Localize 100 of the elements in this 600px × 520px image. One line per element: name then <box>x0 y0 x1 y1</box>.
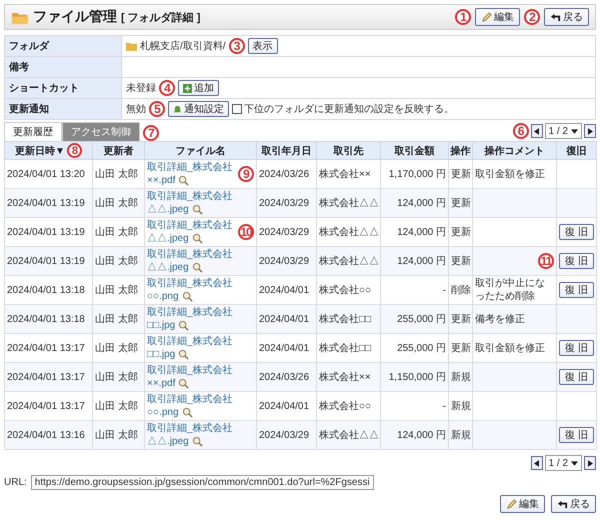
table-cell: 2024/04/01 <box>259 342 310 354</box>
table-cell: 株式会社△△ <box>319 256 379 266</box>
table-cell: 株式会社○○ <box>319 284 372 296</box>
column-header: 操作コメント <box>484 144 544 158</box>
table-cell: 株式会社○○ <box>319 400 372 412</box>
magnifier-icon[interactable] <box>192 204 203 215</box>
table-cell: 更新 <box>451 256 471 266</box>
page-subtitle: [ フォルダ詳細 ] <box>121 10 200 24</box>
edit-button[interactable]: 編集 <box>500 495 545 513</box>
magnifier-icon[interactable] <box>192 232 203 244</box>
field-value: 未登録 <box>126 82 156 95</box>
column-header: 取引年月日 <box>262 144 312 158</box>
pencil-icon <box>481 12 492 22</box>
column-header: 更新者 <box>104 144 134 158</box>
field-value: 札幌支店/取引資料/ <box>140 40 226 53</box>
dropdown-arrow-icon <box>571 460 578 466</box>
callout-number: 7 <box>143 125 159 141</box>
column-header: ファイル名 <box>176 144 226 158</box>
magnifier-icon[interactable] <box>178 378 190 389</box>
tab[interactable]: アクセス制御 <box>62 122 140 141</box>
magnifier-icon[interactable] <box>178 320 190 331</box>
callout-number: 8 <box>66 143 82 158</box>
restore-button[interactable]: 復 旧 <box>559 282 594 298</box>
field-label: 更新通知 <box>4 98 122 120</box>
table-cell: 124,000 円 <box>397 430 446 440</box>
folder-icon <box>126 42 137 50</box>
back-arrow-icon <box>550 12 561 22</box>
table-cell: 株式会社△△ <box>319 198 379 208</box>
page-title: ファイル管理 <box>33 8 117 26</box>
callout-number: 6 <box>512 123 529 139</box>
url-field[interactable]: https://demo.groupsession.jp/gsession/common/cmn001.do?url=%2Fgsessi <box>30 475 374 490</box>
table-cell: 更新 <box>451 342 471 354</box>
table-cell: 2024/04/01 13:17 <box>7 400 85 412</box>
edit-button[interactable]: 編集 <box>475 8 520 26</box>
checkbox[interactable] <box>232 104 242 114</box>
table-cell: 山田 太郎 <box>95 430 138 440</box>
table-cell: 新規 <box>451 400 471 412</box>
table-cell: 取引が中止になったため削除 <box>475 278 545 302</box>
table-cell: 255,000 円 <box>397 314 446 324</box>
left-triangle-icon <box>534 128 540 134</box>
page-select[interactable]: 1 / 2 <box>544 455 582 471</box>
pencil-icon <box>506 498 517 510</box>
table-cell: 新規 <box>451 430 471 440</box>
add-button[interactable]: 追加 <box>178 80 219 96</box>
right-triangle-icon <box>588 128 592 134</box>
magnifier-icon[interactable] <box>182 406 193 418</box>
table-cell: 取引金額を修正 <box>475 168 545 180</box>
table-cell: 更新 <box>451 226 471 238</box>
table-cell: 備考を修正 <box>475 314 525 324</box>
restore-button[interactable]: 復 旧 <box>559 369 594 385</box>
column-header[interactable]: 更新日時▼ <box>15 144 65 158</box>
restore-button[interactable]: 復 旧 <box>559 340 594 356</box>
table-cell: 山田 太郎 <box>95 400 138 412</box>
page-select[interactable]: 1 / 2 <box>544 123 582 139</box>
back-arrow-icon <box>557 498 568 510</box>
previous-page-button[interactable] <box>530 456 543 470</box>
left-triangle-icon <box>534 460 540 466</box>
bell-icon <box>173 104 182 114</box>
next-page-button[interactable] <box>584 124 596 138</box>
field-label: 備考 <box>4 56 122 78</box>
restore-button[interactable]: 復 旧 <box>559 224 594 240</box>
table-cell: 2024/03/29 <box>259 226 310 238</box>
table-cell: 124,000 円 <box>397 256 446 266</box>
field-label: ショートカット <box>4 78 122 98</box>
back-button[interactable]: 戻る <box>551 495 596 513</box>
restore-button[interactable]: 復 旧 <box>559 427 594 443</box>
back-button[interactable]: 戻る <box>544 8 589 26</box>
magnifier-icon[interactable] <box>192 436 203 447</box>
url-label: URL: <box>4 477 27 488</box>
magnifier-icon[interactable] <box>192 262 203 273</box>
table-cell: - <box>442 400 446 412</box>
magnifier-icon[interactable] <box>182 290 193 302</box>
table-cell: 2024/04/01 <box>259 284 310 296</box>
table-cell: - <box>442 284 446 296</box>
show-button[interactable]: 表示 <box>248 38 278 54</box>
magnifier-icon[interactable] <box>178 174 190 186</box>
field-value: 無効 <box>126 102 146 116</box>
field-label: フォルダ <box>4 36 122 56</box>
checkbox-label: 下位のフォルダに更新通知の設定を反映する。 <box>244 102 454 116</box>
table-cell: 山田 太郎 <box>95 168 138 180</box>
table-cell: 2024/04/01 13:16 <box>7 430 85 440</box>
table-cell: 山田 太郎 <box>95 284 138 296</box>
table-cell: 山田 太郎 <box>95 372 138 382</box>
restore-button[interactable]: 復 旧 <box>559 253 594 269</box>
callout-number: 2 <box>524 9 540 25</box>
tab[interactable]: 更新履歴 <box>4 122 62 141</box>
column-header: 取引先 <box>334 144 364 158</box>
notify-settings-button[interactable]: 通知設定 <box>168 101 229 117</box>
table-cell: 1,170,000 円 <box>388 168 446 180</box>
magnifier-icon[interactable] <box>178 348 190 360</box>
table-cell: 新規 <box>451 372 471 382</box>
table-cell: 山田 太郎 <box>95 342 138 354</box>
table-cell: 2024/04/01 <box>259 400 310 412</box>
right-triangle-icon <box>588 460 592 466</box>
file-link[interactable]: 取引詳細_株式会社△△.jpeg <box>147 219 236 245</box>
callout-number: 9 <box>238 166 254 182</box>
next-page-button[interactable] <box>584 456 596 470</box>
previous-page-button[interactable] <box>530 124 543 138</box>
file-link[interactable]: 取引詳細_株式会社××.pdf <box>147 161 236 187</box>
table-cell: 山田 太郎 <box>95 198 138 208</box>
